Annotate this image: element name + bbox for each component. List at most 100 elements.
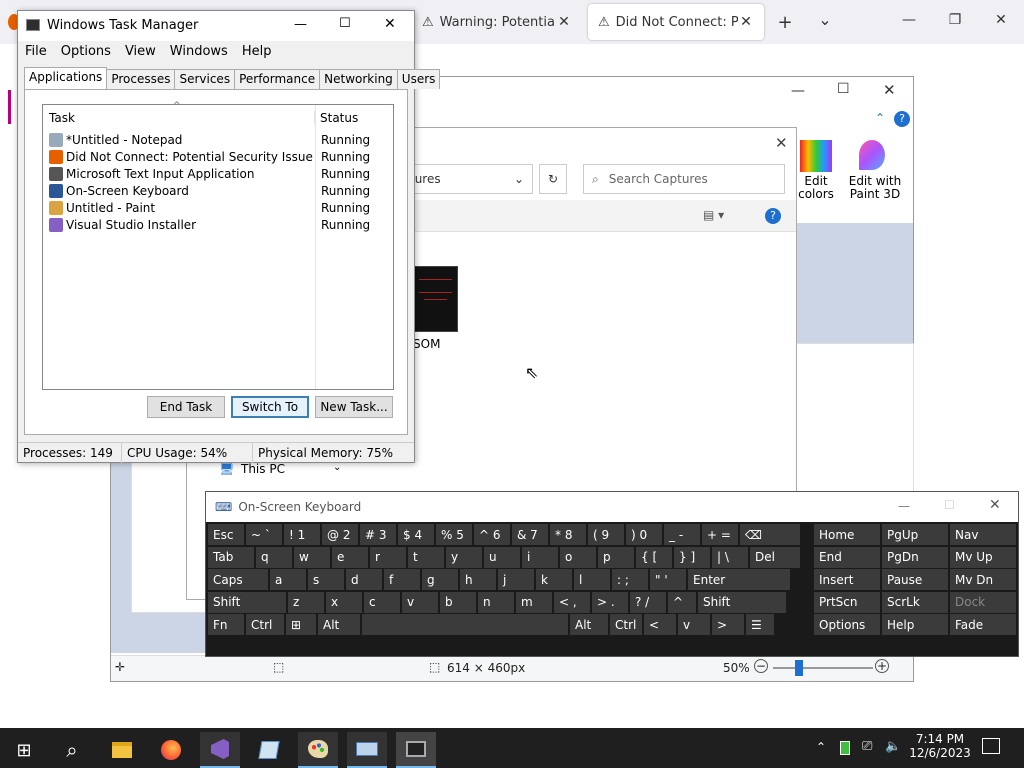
on-screen-keyboard-icon[interactable] bbox=[347, 732, 387, 768]
nav-key[interactable]: Mv Up bbox=[950, 546, 1016, 568]
close-icon[interactable]: ✕ bbox=[989, 497, 1001, 513]
close-tab-icon[interactable]: ✕ bbox=[556, 14, 572, 30]
key[interactable]: c bbox=[364, 591, 400, 613]
refresh-icon[interactable]: ↻ bbox=[539, 164, 567, 194]
key[interactable]: { [ bbox=[636, 546, 672, 568]
nav-key[interactable]: Insert bbox=[814, 569, 880, 590]
menu-file[interactable]: File bbox=[25, 44, 47, 59]
key[interactable]: g bbox=[422, 569, 458, 590]
key[interactable]: _ - bbox=[664, 524, 700, 545]
view-icon[interactable]: ▤ ▾ bbox=[703, 208, 724, 222]
menu-windows[interactable]: Windows bbox=[170, 44, 228, 59]
key[interactable]: e bbox=[332, 546, 368, 568]
address-bar[interactable]: tures ⌄ bbox=[401, 164, 533, 194]
key[interactable]: Fn bbox=[208, 614, 244, 635]
switch-to-button[interactable]: Switch To bbox=[231, 396, 309, 418]
key[interactable]: r bbox=[370, 546, 406, 568]
task-row[interactable]: Untitled - Paint Running bbox=[43, 199, 393, 216]
minimize-icon[interactable]: — bbox=[898, 499, 910, 513]
key[interactable]: & 7 bbox=[512, 524, 548, 545]
key[interactable]: ~ ` bbox=[246, 524, 282, 545]
close-icon[interactable]: ✕ bbox=[883, 81, 896, 99]
tab-networking[interactable]: Networking bbox=[319, 69, 398, 89]
nav-key[interactable]: Options bbox=[814, 614, 880, 635]
key[interactable]: j bbox=[498, 569, 534, 590]
key[interactable]: ! 1 bbox=[284, 524, 320, 545]
key[interactable]: v bbox=[402, 591, 438, 613]
key[interactable]: Esc bbox=[208, 524, 244, 545]
file-thumbnail[interactable] bbox=[413, 266, 458, 332]
help-icon[interactable]: ? bbox=[765, 208, 781, 224]
key[interactable]: + = bbox=[702, 524, 738, 545]
clock[interactable]: 7:14 PM 12/6/2023 bbox=[906, 732, 974, 760]
menu-view[interactable]: View bbox=[125, 44, 156, 59]
key[interactable]: u bbox=[484, 546, 520, 568]
tab-users[interactable]: Users bbox=[396, 69, 441, 89]
key[interactable]: s bbox=[308, 569, 344, 590]
task-row[interactable]: Microsoft Text Input Application Running bbox=[43, 165, 393, 182]
list-tabs-button[interactable]: ⌄ bbox=[802, 10, 848, 29]
visual-studio-installer-icon[interactable] bbox=[200, 732, 240, 768]
menu-options[interactable]: Options bbox=[61, 44, 111, 59]
key[interactable]: Del bbox=[750, 546, 800, 568]
key[interactable]: } ] bbox=[674, 546, 710, 568]
key[interactable]: i bbox=[522, 546, 558, 568]
key[interactable]: w bbox=[294, 546, 330, 568]
zoom-slider-thumb[interactable] bbox=[795, 660, 803, 676]
close-icon[interactable]: ✕ bbox=[775, 134, 788, 152]
nav-key[interactable]: PgDn bbox=[882, 546, 948, 568]
tab-services[interactable]: Services bbox=[174, 69, 236, 89]
key[interactable]: Shift bbox=[698, 591, 786, 613]
key[interactable]: b bbox=[440, 591, 476, 613]
key[interactable]: | \ bbox=[712, 546, 748, 568]
nav-key[interactable]: Nav bbox=[950, 524, 1016, 545]
close-tab-icon[interactable]: ✕ bbox=[738, 14, 754, 30]
task-row[interactable]: Visual Studio Installer Running bbox=[43, 216, 393, 233]
key[interactable]: # 3 bbox=[360, 524, 396, 545]
key[interactable]: Tab bbox=[208, 546, 254, 568]
key[interactable] bbox=[362, 614, 568, 635]
key[interactable]: < , bbox=[554, 591, 590, 613]
menu-help[interactable]: Help bbox=[242, 44, 272, 59]
edit-colors-button[interactable]: Edit colors bbox=[795, 175, 837, 201]
task-row[interactable]: Did Not Connect: Potential Security Issu… bbox=[43, 148, 393, 165]
key[interactable]: > . bbox=[592, 591, 628, 613]
minimize-icon[interactable]: — bbox=[791, 83, 805, 99]
key[interactable]: Alt bbox=[570, 614, 608, 635]
close-icon[interactable]: ✕ bbox=[978, 12, 1024, 28]
key[interactable]: Alt bbox=[318, 614, 360, 635]
edit-with-paint3d-button[interactable]: Edit with Paint 3D bbox=[845, 175, 905, 201]
key[interactable]: Caps bbox=[208, 569, 268, 590]
nav-key[interactable]: PgUp bbox=[882, 524, 948, 545]
key[interactable]: ? / bbox=[630, 591, 666, 613]
file-explorer-icon[interactable] bbox=[102, 732, 142, 768]
zoom-in-button[interactable]: + bbox=[875, 659, 889, 673]
task-row[interactable]: *Untitled - Notepad Running bbox=[43, 131, 393, 148]
key[interactable]: v bbox=[678, 614, 710, 635]
search-icon[interactable]: ⌕ bbox=[52, 732, 92, 768]
key[interactable]: > bbox=[712, 614, 744, 635]
chevron-down-icon[interactable]: ⌄ bbox=[514, 172, 524, 186]
key[interactable]: h bbox=[460, 569, 496, 590]
column-task[interactable]: Task ^ bbox=[43, 101, 315, 125]
show-hidden-icons[interactable]: ⌃ bbox=[816, 740, 826, 754]
key[interactable]: ^ 6 bbox=[474, 524, 510, 545]
tab-processes[interactable]: Processes bbox=[106, 69, 176, 89]
maximize-icon[interactable]: ☐ bbox=[339, 16, 351, 31]
task-manager-icon[interactable] bbox=[396, 732, 436, 768]
tab-performance[interactable]: Performance bbox=[234, 69, 321, 89]
help-icon[interactable]: ? bbox=[894, 111, 910, 127]
notepad-icon[interactable] bbox=[249, 732, 289, 768]
tab-did-not-connect[interactable]: ⚠ Did Not Connect: Poten ✕ bbox=[588, 4, 764, 40]
task-list[interactable]: Task ^ Status *Untitled - Notepad Running… bbox=[42, 101, 394, 390]
key[interactable]: x bbox=[326, 591, 362, 613]
network-icon[interactable]: ⎚ bbox=[862, 739, 872, 754]
key[interactable]: z bbox=[288, 591, 324, 613]
tab-warning[interactable]: ⚠ Warning: Potential Secu ✕ bbox=[412, 4, 582, 40]
key[interactable]: y bbox=[446, 546, 482, 568]
key[interactable]: p bbox=[598, 546, 634, 568]
minimize-icon[interactable]: — bbox=[294, 17, 307, 32]
minimize-icon[interactable]: — bbox=[886, 12, 932, 28]
key[interactable]: ( 9 bbox=[588, 524, 624, 545]
key[interactable]: t bbox=[408, 546, 444, 568]
